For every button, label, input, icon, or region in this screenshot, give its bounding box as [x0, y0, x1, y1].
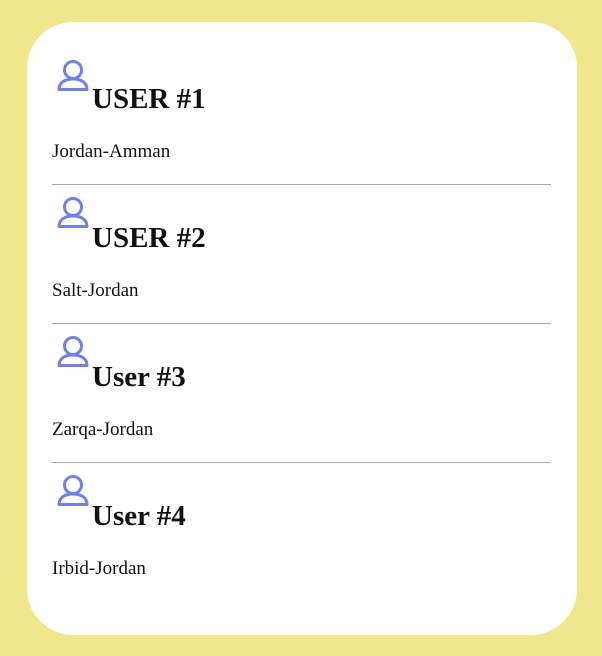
- user-avatar-icon: [55, 334, 91, 370]
- user-list-item: User #4 Irbid-Jordan: [52, 462, 551, 601]
- user-list-card: USER #1 Jordan-Amman USER #2 Salt-Jordan…: [27, 22, 577, 635]
- user-list-item: USER #1 Jordan-Amman: [52, 56, 551, 184]
- user-avatar-icon: [55, 195, 91, 231]
- user-list-item: USER #2 Salt-Jordan: [52, 184, 551, 323]
- user-location: Zarqa-Jordan: [52, 419, 154, 440]
- user-list-item: User #3 Zarqa-Jordan: [52, 323, 551, 462]
- user-avatar-icon: [55, 58, 91, 94]
- user-location: Salt-Jordan: [52, 280, 139, 301]
- user-name: USER #2: [92, 222, 206, 254]
- user-name: USER #1: [92, 83, 206, 115]
- user-location: Irbid-Jordan: [52, 558, 146, 579]
- user-location: Jordan-Amman: [52, 141, 171, 162]
- user-avatar-icon: [55, 473, 91, 509]
- user-name: User #4: [92, 500, 186, 532]
- user-name: User #3: [92, 361, 186, 393]
